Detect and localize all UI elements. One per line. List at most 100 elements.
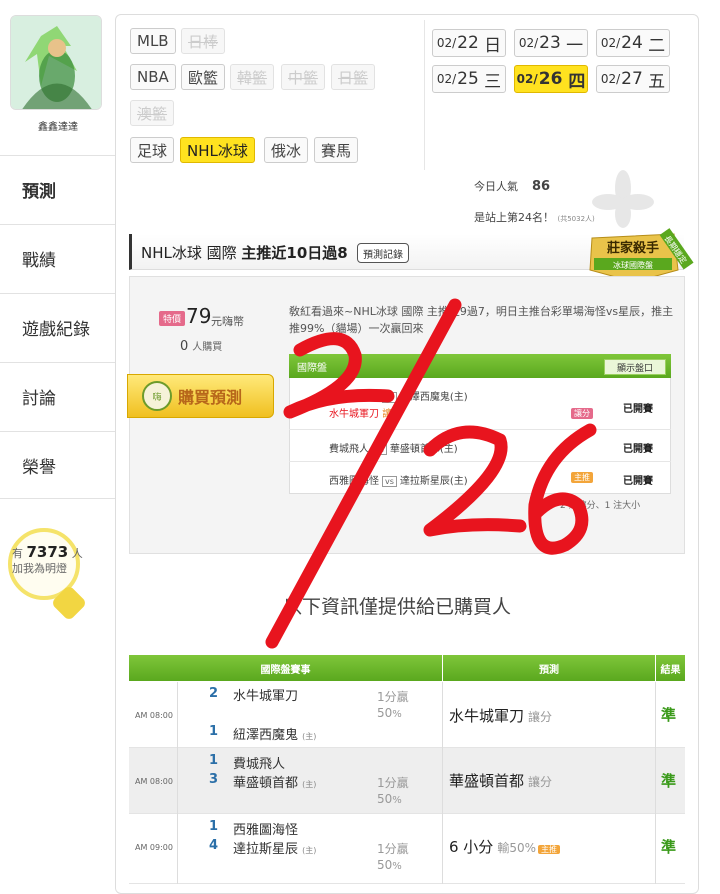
- table-row: AM 08:00 2 水牛城軍刀 1 紐澤西魔鬼 (主) 1分贏 50% 水牛城…: [129, 682, 685, 748]
- home-team: 華盛頓首都(主): [389, 444, 458, 455]
- table-header-result: 結果: [656, 655, 685, 681]
- result: 準: [661, 772, 677, 790]
- nav-honor[interactable]: 榮譽: [0, 431, 116, 499]
- home-team-name: 達拉斯星辰: [233, 842, 299, 857]
- home-team: 紐澤西魔鬼(主): [399, 392, 468, 403]
- date-day: 22: [457, 33, 479, 53]
- nav-discussion[interactable]: 討論: [0, 362, 116, 430]
- nav-predict[interactable]: 預測: [0, 155, 116, 223]
- pick-type: 讓分: [528, 710, 553, 724]
- sport-kr-basketball: 韓籃: [230, 64, 275, 90]
- main-pick-tag: 主推: [571, 472, 593, 483]
- line-pct: 50%: [377, 706, 402, 720]
- prediction-description: 敎紅看過來~NHL冰球 國際 主推近9過7，明日主推台彩單場海怪vs星辰，推主推…: [289, 305, 674, 335]
- badge-sub: 冰球國際盤: [613, 260, 653, 270]
- away-score: 2: [209, 686, 219, 701]
- date-day: 25: [457, 69, 479, 89]
- home-tag: (主): [302, 846, 317, 855]
- buyers-label: 人購買: [192, 342, 223, 353]
- show-odds-button[interactable]: 顯示盤口: [604, 359, 666, 375]
- avatar-image: [11, 16, 101, 109]
- pct-unit: %: [392, 795, 402, 806]
- date-month: 02/: [600, 72, 621, 86]
- sport-horse-racing[interactable]: 賽馬: [314, 137, 359, 163]
- home-team: 達拉斯星辰(主): [399, 476, 468, 487]
- home-score: 1: [209, 724, 219, 739]
- nav-game-history[interactable]: 遊戲紀錄: [0, 293, 116, 361]
- sport-ru-hockey[interactable]: 俄冰: [264, 137, 309, 163]
- sport-euro-basketball[interactable]: 歐籃: [181, 64, 226, 90]
- pick-team: 華盛頓首都: [449, 772, 525, 790]
- away-team: 西雅圖海怪: [329, 476, 379, 487]
- home-tag: (主): [302, 780, 317, 789]
- date-0226[interactable]: 02/26 四: [514, 65, 588, 93]
- sport-mlb[interactable]: MLB: [130, 28, 176, 54]
- username: 鑫鑫達達: [38, 122, 78, 133]
- date-day: 26: [538, 69, 563, 89]
- date-month: 02/: [436, 36, 457, 50]
- date-0223[interactable]: 02/23 一: [514, 29, 588, 57]
- coin-icon: 嗨: [142, 381, 172, 411]
- vs-label: vs: [372, 444, 387, 455]
- sport-soccer[interactable]: 足球: [130, 137, 175, 163]
- title-prefix: NHL冰球 國際: [141, 244, 242, 262]
- record-button[interactable]: 預測記錄: [357, 243, 409, 263]
- line: 1分贏: [377, 690, 409, 704]
- title-bold: 主推近10日過8: [241, 244, 348, 262]
- table-header-prediction: 預測: [443, 655, 655, 681]
- result: 準: [661, 706, 677, 724]
- table-header-games: 國際盤賽事: [129, 655, 442, 681]
- table-row: AM 09:00 1 西雅圖海怪 4 達拉斯星辰 (主) 1分贏 50% 6 小…: [129, 814, 685, 884]
- date-month: 02/: [436, 72, 457, 86]
- vs-label: vs: [382, 476, 397, 487]
- price-unit: 元嗨幣: [211, 315, 244, 328]
- vs-label: vs: [382, 392, 397, 403]
- date-month: 02/: [516, 72, 538, 86]
- pick: 水牛城軍刀 讓分: [449, 705, 552, 726]
- date-0222[interactable]: 02/22 日: [432, 29, 506, 57]
- flower-icon: [592, 170, 654, 228]
- prediction-title: NHL冰球 國際 主推近10日過8: [141, 242, 348, 263]
- pick-team: 水牛城軍刀: [449, 707, 525, 725]
- locked-message: 以下資訊僅提供給已購買人: [283, 596, 512, 618]
- date-day: 27: [621, 69, 643, 89]
- bulb-count: 有 7373 人 加我為明燈: [12, 545, 92, 576]
- column-divider: [177, 682, 178, 884]
- date-0224[interactable]: 02/24 二: [596, 29, 670, 57]
- sport-nhl[interactable]: NHL冰球: [180, 137, 255, 163]
- game-row: 水牛城軍刀 vs 紐澤西魔鬼(主) 水牛城軍刀 讓分 讓分 已開賽: [289, 380, 671, 430]
- date-month: 02/: [600, 36, 621, 50]
- sport-nba[interactable]: NBA: [130, 64, 176, 90]
- home-team: 華盛頓首都 (主): [233, 772, 316, 791]
- date-weekday: 三: [484, 71, 502, 92]
- pick-tag: 讓分: [382, 409, 403, 420]
- home-score: 4: [209, 838, 219, 853]
- nav-record[interactable]: 戰績: [0, 224, 116, 292]
- home-team: 紐澤西魔鬼 (主): [233, 724, 316, 743]
- away-team: 費城飛人: [233, 757, 286, 772]
- buyers: 0 人購買: [180, 338, 222, 354]
- game-time: AM 08:00: [135, 711, 173, 720]
- line: 1分贏: [377, 842, 409, 856]
- pct-value: 50: [377, 858, 393, 872]
- away-team: 西雅圖海怪: [233, 823, 299, 838]
- game-status: 已開賽: [623, 476, 653, 487]
- date-0225[interactable]: 02/25 三: [432, 65, 506, 93]
- pick: 6 小分 輸50% 主推: [449, 836, 560, 857]
- game-status: 已開賽: [623, 404, 653, 415]
- date-weekday: 二: [648, 35, 666, 56]
- bulb-caption: 加我為明燈: [12, 562, 67, 575]
- pct-unit: %: [392, 709, 402, 720]
- bulb-count-value: 7373: [26, 543, 69, 561]
- badge-main: 莊家殺手: [607, 240, 659, 256]
- line: 1分贏: [377, 776, 409, 790]
- game-time: AM 08:00: [135, 777, 173, 786]
- date-weekday: 四: [568, 71, 586, 92]
- avatar[interactable]: [10, 15, 102, 110]
- date-month: 02/: [518, 36, 539, 50]
- sport-jp-baseball: 日棒: [181, 28, 226, 54]
- game-row: 西雅圖海怪 vs 達拉斯星辰(主) 主推 已開賽: [289, 462, 671, 494]
- game-status: 已開賽: [623, 444, 653, 455]
- date-day: 23: [539, 33, 561, 53]
- date-0227[interactable]: 02/27 五: [596, 65, 670, 93]
